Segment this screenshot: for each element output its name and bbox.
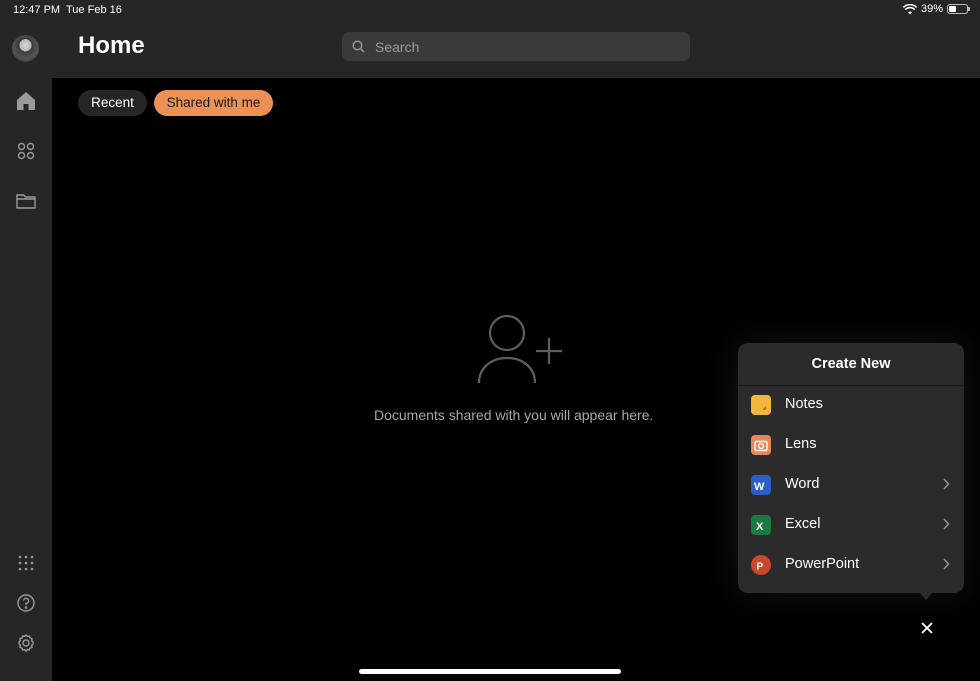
- lens-icon: [751, 435, 771, 455]
- menu-item-label: PowerPoint: [785, 556, 860, 572]
- menu-item-label: Notes: [785, 396, 823, 412]
- svg-text:X: X: [756, 521, 764, 533]
- filter-shared-with-me[interactable]: Shared with me: [154, 90, 273, 116]
- home-indicator[interactable]: [359, 669, 621, 674]
- chevron-right-icon: [943, 478, 950, 490]
- create-new-title: Create New: [738, 343, 964, 386]
- chevron-right-icon: [943, 518, 950, 530]
- avatar[interactable]: [12, 35, 39, 62]
- wifi-icon: [902, 3, 917, 14]
- create-new-menu: Create New Notes Lens W Word X Excel P P…: [738, 343, 964, 600]
- battery-percent: 39%: [920, 3, 943, 15]
- status-date: Tue Feb 16: [66, 4, 122, 16]
- svg-text:P: P: [757, 562, 764, 573]
- menu-item-powerpoint[interactable]: P PowerPoint: [738, 545, 964, 585]
- menu-item-notes[interactable]: Notes: [738, 385, 964, 425]
- notes-icon: [751, 395, 771, 415]
- status-bar: 12:47 PM Tue Feb 16 39%: [0, 0, 980, 22]
- close-icon[interactable]: [916, 617, 938, 639]
- folder-icon[interactable]: [14, 189, 38, 213]
- search-placeholder: Search: [375, 39, 420, 55]
- menu-item-word[interactable]: W Word: [738, 465, 964, 505]
- battery-icon: [947, 4, 970, 14]
- apps-icon[interactable]: [14, 139, 38, 163]
- word-icon: W: [751, 475, 771, 495]
- status-right: 39%: [902, 3, 970, 15]
- app-grid-icon[interactable]: [14, 551, 38, 575]
- empty-state-message: Documents shared with you will appear he…: [374, 407, 654, 423]
- home-icon[interactable]: [14, 89, 38, 113]
- sidebar: [0, 22, 52, 681]
- menu-item-excel[interactable]: X Excel: [738, 505, 964, 545]
- menu-item-label: Excel: [785, 516, 821, 532]
- page-title: Home: [78, 32, 145, 59]
- help-icon[interactable]: [14, 591, 38, 615]
- excel-icon: X: [751, 515, 771, 535]
- menu-pointer: [918, 591, 934, 600]
- chevron-right-icon: [943, 558, 950, 570]
- filter-recent[interactable]: Recent: [78, 90, 147, 116]
- settings-icon[interactable]: [14, 631, 38, 655]
- add-person-icon: [475, 312, 567, 391]
- menu-item-lens[interactable]: Lens: [738, 425, 964, 465]
- search-input[interactable]: Search: [342, 32, 690, 61]
- status-time: 12:47 PM: [13, 4, 61, 16]
- svg-text:W: W: [754, 481, 765, 493]
- search-icon: [352, 40, 365, 53]
- powerpoint-icon: P: [751, 555, 771, 575]
- header: Home Search: [52, 22, 980, 78]
- menu-item-label: Lens: [785, 436, 817, 452]
- menu-item-label: Word: [785, 476, 820, 492]
